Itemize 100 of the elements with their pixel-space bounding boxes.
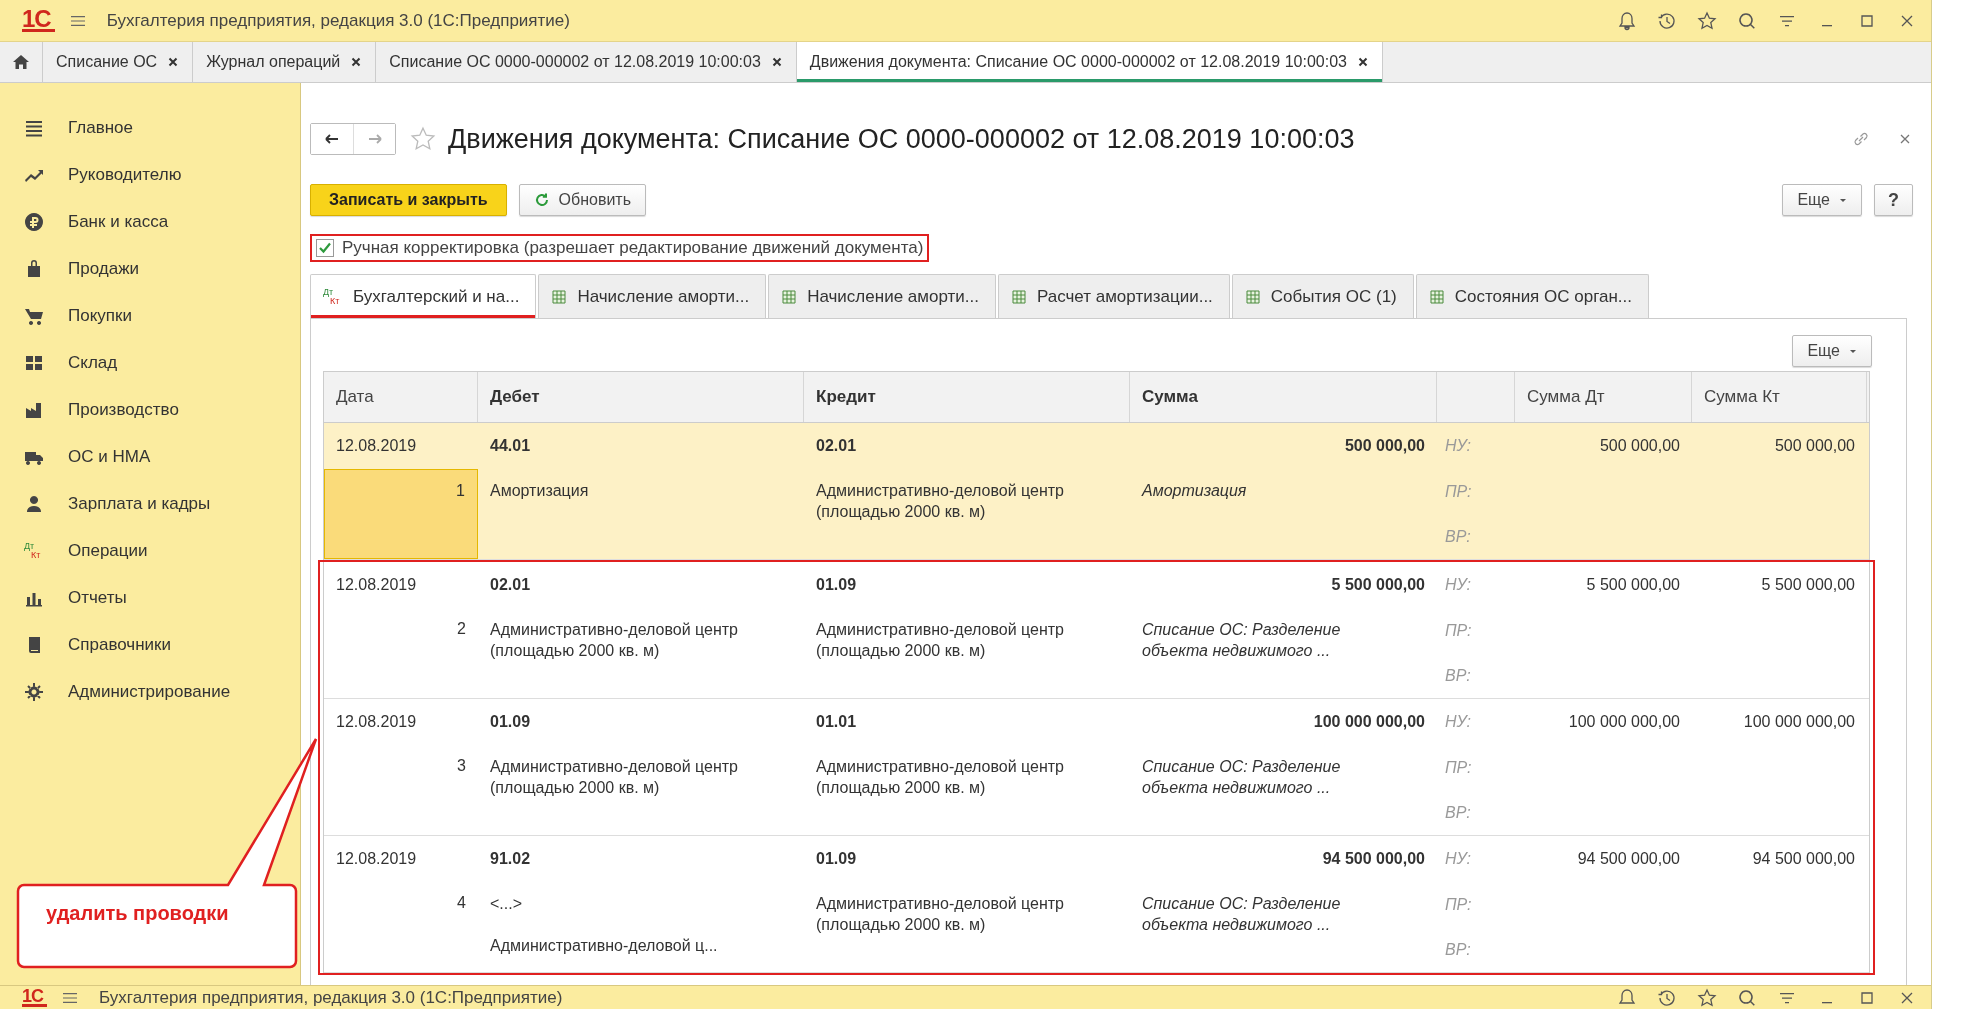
manual-edit-checkbox[interactable]: Ручная корректировка (разрешает редактирование движений документа)	[310, 234, 930, 262]
table-cell-text: 94 500 000,00	[1751, 849, 1856, 869]
sidebar-item[interactable]: Зарплата и кадры	[0, 480, 300, 527]
sidebar-item[interactable]: Банк и касса	[0, 198, 300, 245]
table-cell-text: 4	[456, 893, 467, 913]
document-tab[interactable]: Журнал операций	[193, 42, 377, 82]
table-cell-text: Амортизация	[490, 481, 590, 501]
column-header[interactable]: Кредит	[804, 372, 1130, 422]
refresh-icon	[533, 192, 550, 208]
history-icon[interactable]	[1657, 987, 1677, 1008]
table-cell-text: Административно-деловой центр (площадью 2000 кв. м)	[816, 481, 1065, 522]
register-tab[interactable]: Состояния ОС орган...	[1415, 274, 1650, 318]
close-icon[interactable]	[1356, 56, 1369, 68]
register-tab[interactable]: События ОС (1)	[1231, 274, 1414, 318]
register-tab[interactable]: Расчет амортизации...	[997, 274, 1230, 318]
table-cell-text: Административно-деловой ц...	[490, 936, 719, 956]
sidebar-item[interactable]: ОС и НМА	[0, 433, 300, 480]
debit-credit-icon: Дт Кт	[24, 541, 44, 560]
search-icon[interactable]	[1737, 10, 1757, 31]
bell-icon[interactable]	[1617, 10, 1637, 31]
save-and-close-button[interactable]: Записать и закрыть	[310, 184, 507, 216]
column-header[interactable]: Сумма Кт	[1692, 372, 1867, 422]
table-cell-text: Административно-деловой центр (площадью 2000 кв. м)	[490, 757, 739, 798]
table-cell-text: 3	[456, 756, 467, 776]
table-cell-text: 100 000 000,00	[1312, 712, 1426, 732]
table-cell-text: 44.01	[489, 436, 532, 456]
checkbox[interactable]	[316, 239, 334, 257]
search-icon[interactable]	[1737, 987, 1757, 1008]
refresh-button[interactable]: Обновить	[518, 184, 647, 216]
more-button[interactable]: Еще	[1792, 335, 1872, 367]
document-tab[interactable]: Движения документа: Списание ОС 0000-000002 от 12.08.2019 10:00:03	[796, 42, 1383, 82]
close-icon[interactable]	[350, 56, 363, 68]
table-cell-text: 100 000 000,00	[1567, 712, 1681, 732]
checkmark-icon	[318, 241, 332, 255]
entry-row[interactable]: 12.08.2019 1 44.01 Амортизация 02.01 Административно-деловой центр (площадью 2000 кв. м) 500 000,00 Амортизация НУ: ПР: ВР: 500 000,00 500 000,00	[324, 423, 1869, 560]
sidebar-item[interactable]: Администрирование	[0, 668, 300, 715]
table-cell-text: 94 500 000,00	[1576, 849, 1681, 869]
sidebar-item[interactable]: Справочники	[0, 621, 300, 668]
tab-label: Списание ОС 0000-000002 от 12.08.2019 10:00:03	[389, 53, 761, 71]
table-cell-text: 01.09	[489, 712, 532, 732]
caret-icon	[1839, 196, 1847, 204]
column-header[interactable]: Сумма Дт	[1515, 372, 1692, 422]
table-cell-text: 5 500 000,00	[1760, 575, 1856, 595]
callout-text: удалить проводки	[46, 902, 229, 925]
tab-label: Списание ОС	[56, 53, 158, 71]
column-header[interactable]: Сумма	[1130, 372, 1437, 422]
ledger-label: ВР:	[1444, 526, 1472, 547]
app-logo: 1С	[22, 9, 55, 32]
table-cell-text: Списание ОС: Разделение объекта недвижимого ...	[1141, 894, 1342, 935]
ledger-label: ПР:	[1444, 481, 1473, 502]
sidebar-item[interactable]: Покупки	[0, 292, 300, 339]
sidebar-item[interactable]: Продажи	[0, 245, 300, 292]
table-cell-text: 100 000 000,00	[1742, 712, 1856, 732]
register-tab[interactable]: Начисление аморти...	[768, 274, 996, 318]
ledger-label: ПР:	[1444, 894, 1473, 915]
table-cell-text: 5 500 000,00	[1330, 575, 1426, 595]
star-icon[interactable]	[1697, 10, 1717, 31]
star-icon[interactable]	[1697, 987, 1717, 1008]
table-cell-text: <...>	[490, 894, 524, 914]
register-tab[interactable]: Дт Кт Бухгалтерский и на...	[310, 274, 537, 318]
history-icon[interactable]	[1657, 10, 1677, 31]
column-header[interactable]: Дата	[324, 372, 478, 422]
table-cell-text: 12.08.2019	[335, 849, 418, 869]
sidebar-item[interactable]: Дт Кт Операции	[0, 527, 300, 574]
form-title: Движения документа: Списание ОС 0000-000002 от 12.08.2019 10:00:03	[448, 123, 1355, 155]
table-cell-text: 500 000,00	[1773, 436, 1856, 456]
table-cell-text: Административно-деловой центр (площадью 2000 кв. м)	[816, 757, 1065, 798]
sidebar-item[interactable]: Производство	[0, 386, 300, 433]
ruble-coin-icon	[24, 211, 44, 232]
checkbox-label: Ручная корректировка (разрешает редактирование движений документа)	[342, 238, 924, 258]
tab-label: Журнал операций	[206, 53, 341, 71]
sidebar-item[interactable]: Отчеты	[0, 574, 300, 621]
table-cell-text: 01.09	[815, 849, 858, 869]
help-button[interactable]: ?	[1874, 184, 1913, 216]
document-tab[interactable]: Списание ОС	[43, 42, 194, 82]
table-cell-text: Административно-деловой центр (площадью 2000 кв. м)	[816, 620, 1065, 661]
sidebar-item[interactable]: Руководителю	[0, 151, 300, 198]
table-cell-text: 94 500 000,00	[1321, 849, 1426, 869]
register-tab[interactable]: Начисление аморти...	[538, 274, 767, 318]
ledger-label: НУ:	[1444, 436, 1472, 456]
ledger-label: НУ:	[1444, 575, 1472, 595]
table-cell-text: 2	[456, 619, 467, 639]
sidebar-item[interactable]: Склад	[0, 339, 300, 386]
star-icon[interactable]	[410, 126, 436, 152]
home-icon	[12, 53, 30, 71]
tab-label: Движения документа: Списание ОС 0000-000002 от 12.08.2019 10:00:03	[809, 53, 1347, 71]
person-icon	[24, 493, 44, 514]
table-cell-text: 12.08.2019	[335, 575, 418, 595]
column-header[interactable]: Дебет	[478, 372, 804, 422]
document-tab[interactable]: Списание ОС 0000-000002 от 12.08.2019 10:00:03	[376, 42, 797, 82]
close-icon[interactable]	[167, 56, 180, 68]
close-icon[interactable]	[770, 56, 783, 68]
sidebar-item[interactable]: Главное	[0, 104, 300, 151]
caret-icon	[1849, 347, 1857, 355]
app-logo: 1С	[22, 988, 47, 1007]
ledger-label: ПР:	[1444, 620, 1473, 641]
more-button[interactable]: Еще	[1782, 184, 1862, 216]
table-cell-text: 12.08.2019	[335, 712, 418, 732]
table-icon	[1428, 288, 1445, 305]
settings-icon	[24, 681, 44, 702]
